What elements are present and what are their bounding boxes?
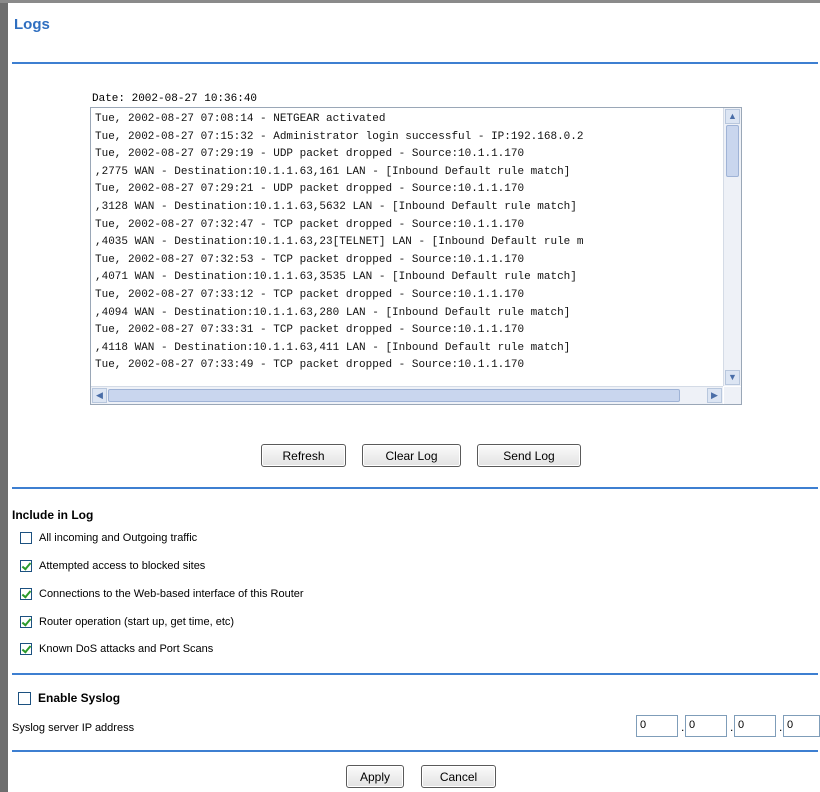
- scroll-up-arrow-icon[interactable]: ▲: [725, 109, 740, 124]
- send-log-button[interactable]: Send Log: [477, 444, 581, 467]
- cancel-button[interactable]: Cancel: [421, 765, 496, 788]
- log-date: Date: 2002-08-27 10:36:40: [92, 93, 258, 105]
- include-option-all-traffic[interactable]: All incoming and Outgoing traffic: [20, 532, 197, 544]
- horizontal-scrollbar[interactable]: ◀ ▶: [91, 386, 723, 404]
- log-line: ,3128 WAN - Destination:10.1.1.63,5632 L…: [95, 200, 577, 213]
- scroll-right-arrow-icon[interactable]: ▶: [707, 388, 722, 403]
- scroll-corner: [724, 387, 741, 404]
- log-line: ,4035 WAN - Destination:10.1.1.63,23[TEL…: [95, 236, 584, 249]
- divider-top: [12, 62, 818, 64]
- vertical-scrollbar[interactable]: ▲ ▼: [723, 108, 741, 386]
- include-option-blocked-sites[interactable]: Attempted access to blocked sites: [20, 560, 205, 572]
- include-option-label: All incoming and Outgoing traffic: [39, 532, 198, 544]
- log-line: ,2775 WAN - Destination:10.1.1.63,161 LA…: [95, 165, 571, 178]
- horizontal-scroll-thumb[interactable]: [108, 389, 680, 402]
- syslog-ip-octet-1[interactable]: 0: [636, 715, 678, 737]
- log-line: Tue, 2002-08-27 07:08:14 - NETGEAR activ…: [95, 113, 386, 125]
- log-line: Tue, 2002-08-27 07:15:32 - Administrator…: [95, 130, 584, 143]
- syslog-ip-octet-2[interactable]: 0: [685, 715, 727, 737]
- include-option-dos-attacks[interactable]: Known DoS attacks and Port Scans: [20, 643, 213, 655]
- ip-separator: .: [730, 720, 734, 734]
- window-left-edge: [0, 0, 8, 792]
- divider-middle: [12, 487, 818, 489]
- syslog-ip-octet-4[interactable]: 0: [783, 715, 820, 737]
- include-option-router-operation[interactable]: Router operation (start up, get time, et…: [20, 616, 234, 628]
- vertical-scroll-thumb[interactable]: [726, 125, 739, 177]
- include-option-label: Known DoS attacks and Port Scans: [39, 643, 214, 655]
- scroll-down-arrow-icon[interactable]: ▼: [725, 370, 740, 385]
- checkbox[interactable]: [20, 532, 32, 544]
- ip-separator: .: [779, 720, 783, 734]
- include-option-label: Attempted access to blocked sites: [39, 560, 206, 572]
- log-line: Tue, 2002-08-27 07:33:12 - TCP packet dr…: [95, 288, 525, 301]
- checkbox[interactable]: [20, 616, 32, 628]
- log-line: Tue, 2002-08-27 07:32:47 - TCP packet dr…: [95, 218, 525, 231]
- syslog-ip-octet-3[interactable]: 0: [734, 715, 776, 737]
- checkbox[interactable]: [20, 560, 32, 572]
- window-top-edge: [0, 0, 820, 3]
- divider-syslog: [12, 673, 818, 675]
- enable-syslog-checkbox[interactable]: [18, 691, 31, 705]
- log-line: Tue, 2002-08-27 07:33:49 - TCP packet dr…: [95, 359, 525, 372]
- log-line: Tue, 2002-08-27 07:33:31 - TCP packet dr…: [95, 324, 525, 337]
- page-title: Logs: [14, 16, 50, 33]
- log-line: Tue, 2002-08-27 07:29:21 - UDP packet dr…: [95, 183, 525, 196]
- refresh-button[interactable]: Refresh: [261, 444, 346, 467]
- log-line: Tue, 2002-08-27 07:29:19 - UDP packet dr…: [95, 148, 525, 161]
- log-textarea[interactable]: Tue, 2002-08-27 07:08:14 - NETGEAR activ…: [90, 107, 742, 405]
- enable-syslog-option[interactable]: Enable Syslog: [18, 691, 120, 705]
- enable-syslog-label: Enable Syslog: [38, 691, 121, 705]
- log-line: ,4118 WAN - Destination:10.1.1.63,411 LA…: [95, 341, 571, 354]
- log-line: Tue, 2002-08-27 07:32:53 - TCP packet dr…: [95, 253, 525, 266]
- include-option-label: Router operation (start up, get time, et…: [39, 616, 235, 628]
- syslog-ip-label: Syslog server IP address: [12, 722, 135, 734]
- include-in-log-title: Include in Log: [12, 508, 94, 522]
- log-line: ,4071 WAN - Destination:10.1.1.63,3535 L…: [95, 271, 577, 284]
- include-option-web-connections[interactable]: Connections to the Web-based interface o…: [20, 588, 304, 600]
- ip-separator: .: [681, 720, 685, 734]
- clear-log-button[interactable]: Clear Log: [362, 444, 461, 467]
- checkbox[interactable]: [20, 588, 32, 600]
- divider-bottom: [12, 750, 818, 752]
- scroll-left-arrow-icon[interactable]: ◀: [92, 388, 107, 403]
- include-option-label: Connections to the Web-based interface o…: [39, 588, 304, 600]
- apply-button[interactable]: Apply: [346, 765, 404, 788]
- checkbox[interactable]: [20, 643, 32, 655]
- log-line: ,4094 WAN - Destination:10.1.1.63,280 LA…: [95, 306, 571, 319]
- log-content: Tue, 2002-08-27 07:08:14 - NETGEAR activ…: [91, 108, 723, 386]
